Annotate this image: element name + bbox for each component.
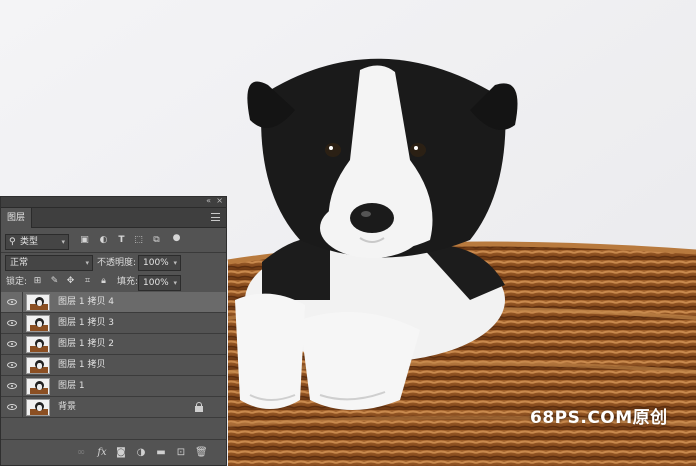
- collapse-panel-icon[interactable]: «: [206, 196, 211, 205]
- adjustment-filter-icon[interactable]: ◐: [98, 235, 109, 246]
- eye-icon[interactable]: [7, 341, 17, 347]
- panel-title-bar[interactable]: « ×: [1, 196, 226, 208]
- filter-type-value: 类型: [20, 237, 39, 247]
- layer-name[interactable]: 图层 1 拷贝: [58, 355, 105, 376]
- eye-icon[interactable]: [7, 404, 17, 410]
- eye-icon[interactable]: [7, 299, 17, 305]
- new-layer-icon[interactable]: ⊡: [175, 447, 187, 459]
- lock-icon[interactable]: [195, 402, 203, 412]
- layer-thumbnail: [26, 399, 50, 416]
- lock-position-icon[interactable]: ✥: [65, 276, 76, 287]
- adjustment-layer-icon[interactable]: ◑: [135, 447, 147, 459]
- chevron-down-icon: ▾: [173, 259, 177, 267]
- opacity-label: 不透明度:: [97, 258, 137, 268]
- layer-row[interactable]: 图层 1 拷贝: [1, 355, 226, 376]
- chevron-down-icon: ▾: [85, 259, 89, 267]
- eye-icon[interactable]: [7, 362, 17, 368]
- chevron-down-icon: ▾: [173, 279, 177, 287]
- image-filter-icon[interactable]: ▣: [79, 235, 90, 246]
- layer-row[interactable]: 图层 1 拷贝 3: [1, 313, 226, 334]
- layer-name[interactable]: 图层 1 拷贝 2: [58, 334, 114, 355]
- fill-label: 填充:: [117, 277, 139, 287]
- layers-list: 图层 1 拷贝 4 图层 1 拷贝 3 图层 1 拷贝 2 图层 1 拷贝 图层…: [1, 292, 226, 418]
- fill-value: 100%: [143, 278, 169, 288]
- filter-row: ⚲ 类型 ▾ ▣ ◐ T ⬚ ⧉ ●: [1, 232, 226, 252]
- layer-thumbnail: [26, 357, 50, 374]
- lock-all-icon[interactable]: 🔒︎: [98, 276, 109, 287]
- smart-object-filter-icon[interactable]: ⧉: [151, 235, 162, 246]
- layers-panel-footer: ∞ fx ◙ ◑ ▬ ⊡ 🗑︎: [1, 439, 226, 465]
- layer-row[interactable]: 图层 1 拷贝 2: [1, 334, 226, 355]
- panel-menu-icon[interactable]: [211, 213, 220, 221]
- lock-transparent-pixels-icon[interactable]: ⊞: [32, 276, 43, 287]
- opacity-input[interactable]: 100% ▾: [138, 255, 181, 271]
- fill-input[interactable]: 100% ▾: [138, 275, 181, 291]
- close-panel-icon[interactable]: ×: [216, 196, 223, 205]
- lock-artboard-icon[interactable]: ⌗: [82, 276, 93, 287]
- layer-thumbnail: [26, 336, 50, 353]
- layer-row[interactable]: 图层 1: [1, 376, 226, 397]
- eye-icon[interactable]: [7, 383, 17, 389]
- tab-layers[interactable]: 图层: [1, 208, 32, 228]
- mask-icon[interactable]: ◙: [115, 447, 127, 459]
- filter-toggle-icon[interactable]: ●: [171, 233, 182, 244]
- chevron-down-icon: ▾: [61, 238, 65, 246]
- layer-filter-type-select[interactable]: ⚲ 类型 ▾: [5, 234, 69, 250]
- layer-name[interactable]: 背景: [58, 397, 76, 418]
- layer-row-background[interactable]: 背景: [1, 397, 226, 418]
- fx-icon[interactable]: fx: [96, 447, 108, 459]
- lock-fill-row: 锁定: ⊞ ✎ ✥ ⌗ 🔒︎ 填充: 100% ▾: [1, 273, 226, 292]
- layers-panel: « × 图层 ⚲ 类型 ▾ ▣ ◐ T ⬚ ⧉ ● 正常 ▾ 不透明度: 100…: [0, 196, 227, 466]
- shape-filter-icon[interactable]: ⬚: [133, 235, 144, 246]
- blend-opacity-row: 正常 ▾ 不透明度: 100% ▾: [1, 253, 226, 273]
- lock-image-pixels-icon[interactable]: ✎: [49, 276, 60, 287]
- layer-row[interactable]: 图层 1 拷贝 4: [1, 292, 226, 313]
- layer-thumbnail: [26, 378, 50, 395]
- eye-icon[interactable]: [7, 320, 17, 326]
- trash-icon[interactable]: 🗑︎: [195, 447, 208, 459]
- blend-mode-value: 正常: [10, 258, 29, 268]
- layer-thumbnail: [26, 294, 50, 311]
- search-icon: ⚲: [9, 237, 16, 247]
- panel-tab-bar: 图层: [1, 208, 226, 228]
- layer-name[interactable]: 图层 1 拷贝 4: [58, 292, 114, 313]
- group-folder-icon[interactable]: ▬: [155, 447, 167, 459]
- watermark-text: 68PS.COM原创: [530, 408, 668, 428]
- link-icon[interactable]: ∞: [75, 447, 87, 459]
- layer-thumbnail: [26, 315, 50, 332]
- blend-mode-select[interactable]: 正常 ▾: [5, 255, 93, 271]
- opacity-value: 100%: [143, 258, 169, 268]
- type-filter-icon[interactable]: T: [116, 235, 127, 246]
- layer-name[interactable]: 图层 1: [58, 376, 85, 397]
- layer-name[interactable]: 图层 1 拷贝 3: [58, 313, 114, 334]
- lock-label: 锁定:: [6, 277, 28, 287]
